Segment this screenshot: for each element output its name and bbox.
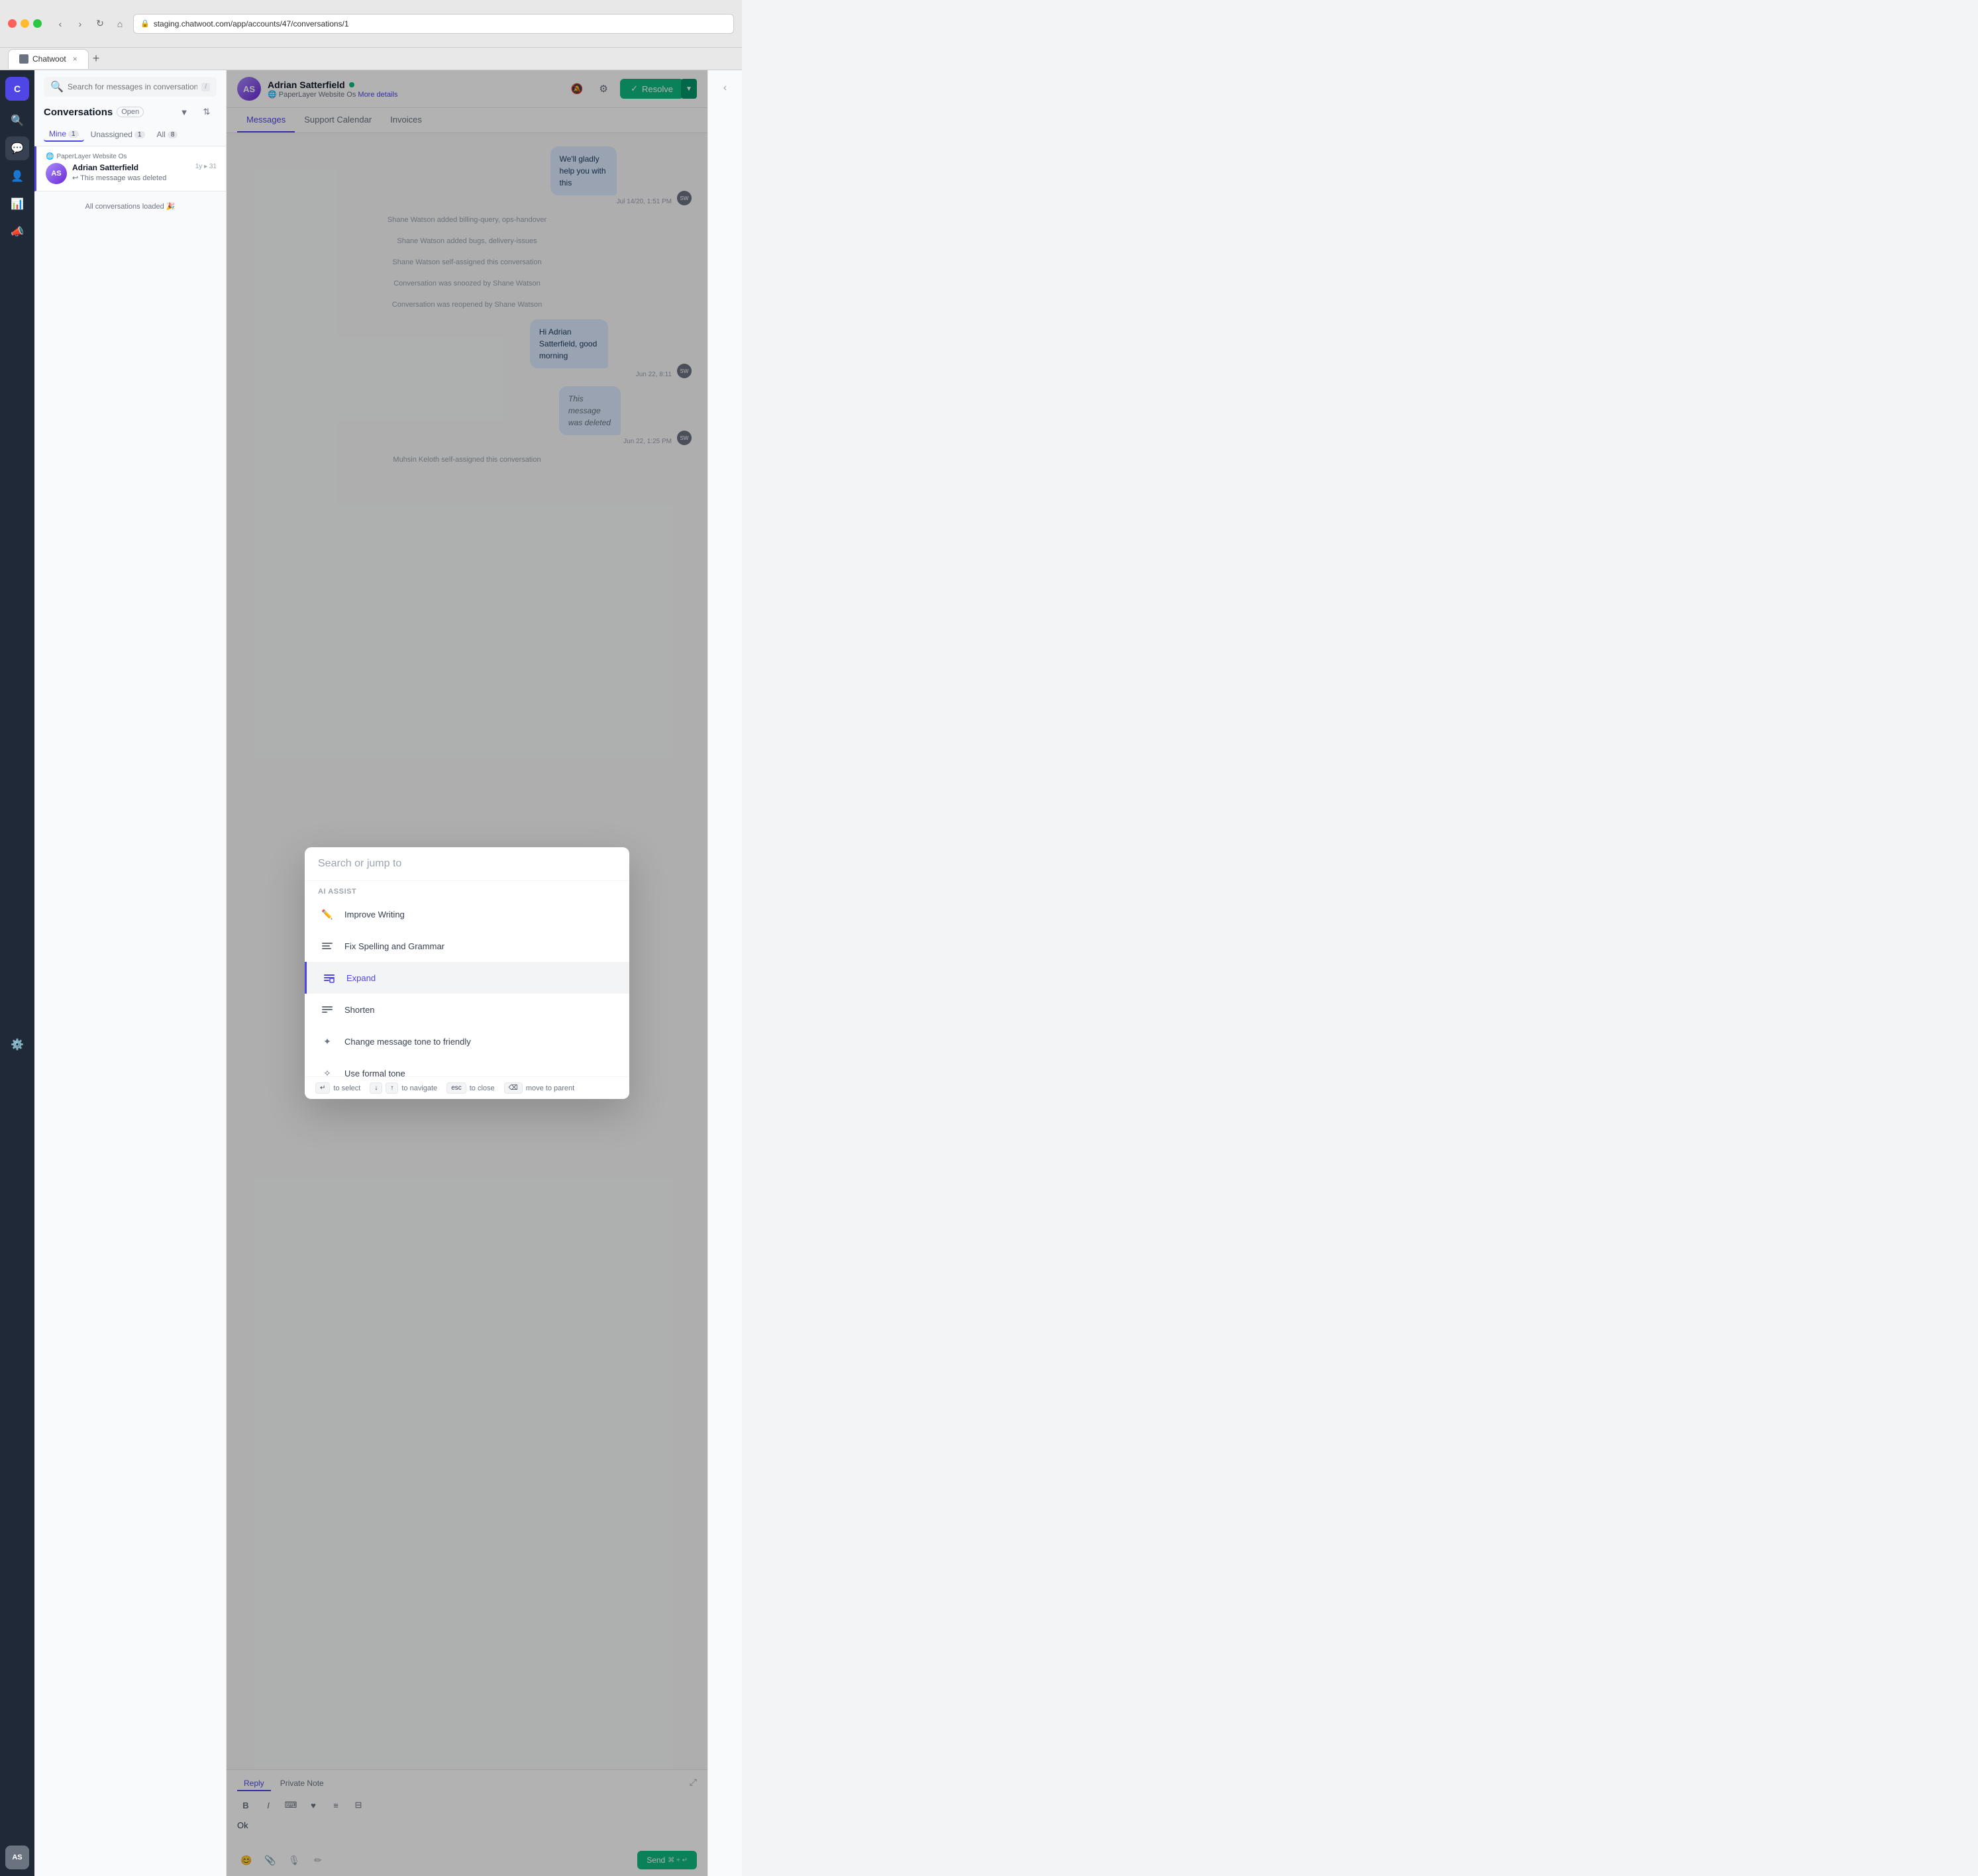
conversation-item-body: AS Adrian Satterfield 1y ▸ 31 ↩ This mes…	[46, 163, 217, 184]
address-bar[interactable]: 🔒 staging.chatwoot.com/app/accounts/47/c…	[133, 14, 734, 34]
conversation-avatar: AS	[46, 163, 67, 184]
expand-icon	[320, 968, 338, 987]
minimize-button[interactable]	[21, 19, 29, 28]
modal-item-improve-writing[interactable]: ✏️ Improve Writing	[305, 898, 629, 930]
formal-tone-icon: ✧	[318, 1064, 337, 1076]
modal-item-fix-spelling[interactable]: Fix Spelling and Grammar	[305, 930, 629, 962]
sidebar-toggle-icon[interactable]: ‹	[718, 77, 732, 99]
tab-mine[interactable]: Mine 1	[44, 127, 84, 142]
modal-search-area	[305, 847, 629, 881]
modal-footer: ↵ to select ↓ ↑ to navigate esc to close…	[305, 1076, 629, 1099]
modal-search-input[interactable]	[318, 858, 616, 870]
modal-section-label: AI Assist	[305, 881, 629, 898]
browser-navigation: ‹ › ↻ ⌂	[52, 16, 128, 32]
conversation-inbox-label: 🌐 PaperLayer Website Os	[46, 153, 217, 160]
tab-title: Chatwoot	[32, 54, 66, 64]
modal-item-formal-tone[interactable]: ✧ Use formal tone	[305, 1057, 629, 1076]
conversation-last-message: ↩ This message was deleted	[72, 174, 217, 182]
conversations-header: 🔍 / Conversations Open ▼ ⇅ Mine 1	[34, 70, 226, 146]
hint-parent: ⌫ move to parent	[504, 1082, 575, 1094]
close-button[interactable]	[8, 19, 17, 28]
chat-area: AS Adrian Satterfield 🌐 PaperLayer Websi…	[227, 70, 707, 1876]
down-key: ↓	[370, 1082, 382, 1094]
modal-item-change-tone-friendly[interactable]: ✦ Change message tone to friendly	[305, 1025, 629, 1057]
search-shortcut: /	[201, 83, 210, 91]
ai-assist-modal: AI Assist ✏️ Improve Writing Fix Spellin…	[305, 847, 629, 1099]
conversation-item[interactable]: 🌐 PaperLayer Website Os AS Adrian Satter…	[34, 146, 226, 191]
tab-bar: Chatwoot × +	[0, 48, 742, 70]
up-key: ↑	[386, 1082, 398, 1094]
lock-icon: 🔒	[140, 19, 150, 28]
tab-close-button[interactable]: ×	[73, 54, 78, 64]
modal-item-expand[interactable]: Expand	[305, 962, 629, 994]
brand-logo: C	[5, 77, 29, 101]
enter-key: ↵	[315, 1082, 330, 1094]
backspace-key: ⌫	[504, 1082, 523, 1094]
open-badge: Open	[117, 107, 144, 117]
sidebar-conversations-icon[interactable]: 💬	[5, 136, 29, 160]
fix-spelling-icon	[318, 937, 337, 955]
conversation-content: Adrian Satterfield 1y ▸ 31 ↩ This messag…	[72, 163, 217, 182]
app-container: C 🔍 💬 👤 📊 📣 ⚙️ AS 🔍 / Conversations Open…	[0, 70, 742, 1876]
tab-unassigned[interactable]: Unassigned 1	[85, 127, 150, 142]
hint-close: esc to close	[446, 1082, 494, 1094]
modal-overlay[interactable]: AI Assist ✏️ Improve Writing Fix Spellin…	[227, 70, 707, 1876]
forward-button[interactable]: ›	[72, 16, 88, 32]
modal-items-list: ✏️ Improve Writing Fix Spelling and Gram…	[305, 898, 629, 1076]
sidebar-contacts-icon[interactable]: 👤	[5, 164, 29, 188]
conversation-contact-name: Adrian Satterfield 1y ▸ 31	[72, 163, 217, 172]
traffic-lights	[8, 19, 42, 28]
active-tab[interactable]: Chatwoot ×	[8, 49, 89, 69]
search-input[interactable]	[68, 82, 197, 91]
sidebar-settings-icon[interactable]: ⚙️	[5, 1033, 29, 1057]
tab-favicon	[19, 54, 28, 64]
sidebar-reports-icon[interactable]: 📊	[5, 192, 29, 216]
conversation-tabs: Mine 1 Unassigned 1 All 8	[44, 125, 217, 142]
shorten-icon	[318, 1000, 337, 1019]
hint-navigate: ↓ ↑ to navigate	[370, 1082, 437, 1094]
sidebar-icons: C 🔍 💬 👤 📊 📣 ⚙️ AS	[0, 70, 34, 1876]
search-bar[interactable]: 🔍 /	[44, 77, 217, 97]
tab-all[interactable]: All 8	[152, 127, 183, 142]
home-button[interactable]: ⌂	[112, 16, 128, 32]
user-avatar[interactable]: AS	[5, 1846, 29, 1869]
all-conversations-loaded: All conversations loaded 🎉	[34, 191, 226, 221]
conversations-title: Conversations Open	[44, 107, 144, 118]
refresh-button[interactable]: ↻	[92, 16, 108, 32]
change-tone-icon: ✦	[318, 1032, 337, 1051]
sort-icon[interactable]: ⇅	[197, 102, 217, 122]
browser-chrome: ‹ › ↻ ⌂ 🔒 staging.chatwoot.com/app/accou…	[0, 0, 742, 48]
maximize-button[interactable]	[33, 19, 42, 28]
back-button[interactable]: ‹	[52, 16, 68, 32]
conversations-title-row: Conversations Open ▼ ⇅	[44, 102, 217, 122]
search-icon: 🔍	[50, 80, 64, 93]
url-text: staging.chatwoot.com/app/accounts/47/con…	[154, 19, 349, 28]
modal-item-shorten[interactable]: Shorten	[305, 994, 629, 1025]
right-sidebar: ‹	[707, 70, 742, 1876]
sidebar-search-icon[interactable]: 🔍	[5, 109, 29, 132]
conversations-panel: 🔍 / Conversations Open ▼ ⇅ Mine 1	[34, 70, 227, 1876]
hint-select: ↵ to select	[315, 1082, 360, 1094]
sidebar-campaigns-icon[interactable]: 📣	[5, 220, 29, 244]
esc-key: esc	[446, 1082, 466, 1094]
new-tab-button[interactable]: +	[93, 52, 100, 66]
filter-icon[interactable]: ▼	[174, 102, 194, 122]
improve-writing-icon: ✏️	[318, 905, 337, 923]
